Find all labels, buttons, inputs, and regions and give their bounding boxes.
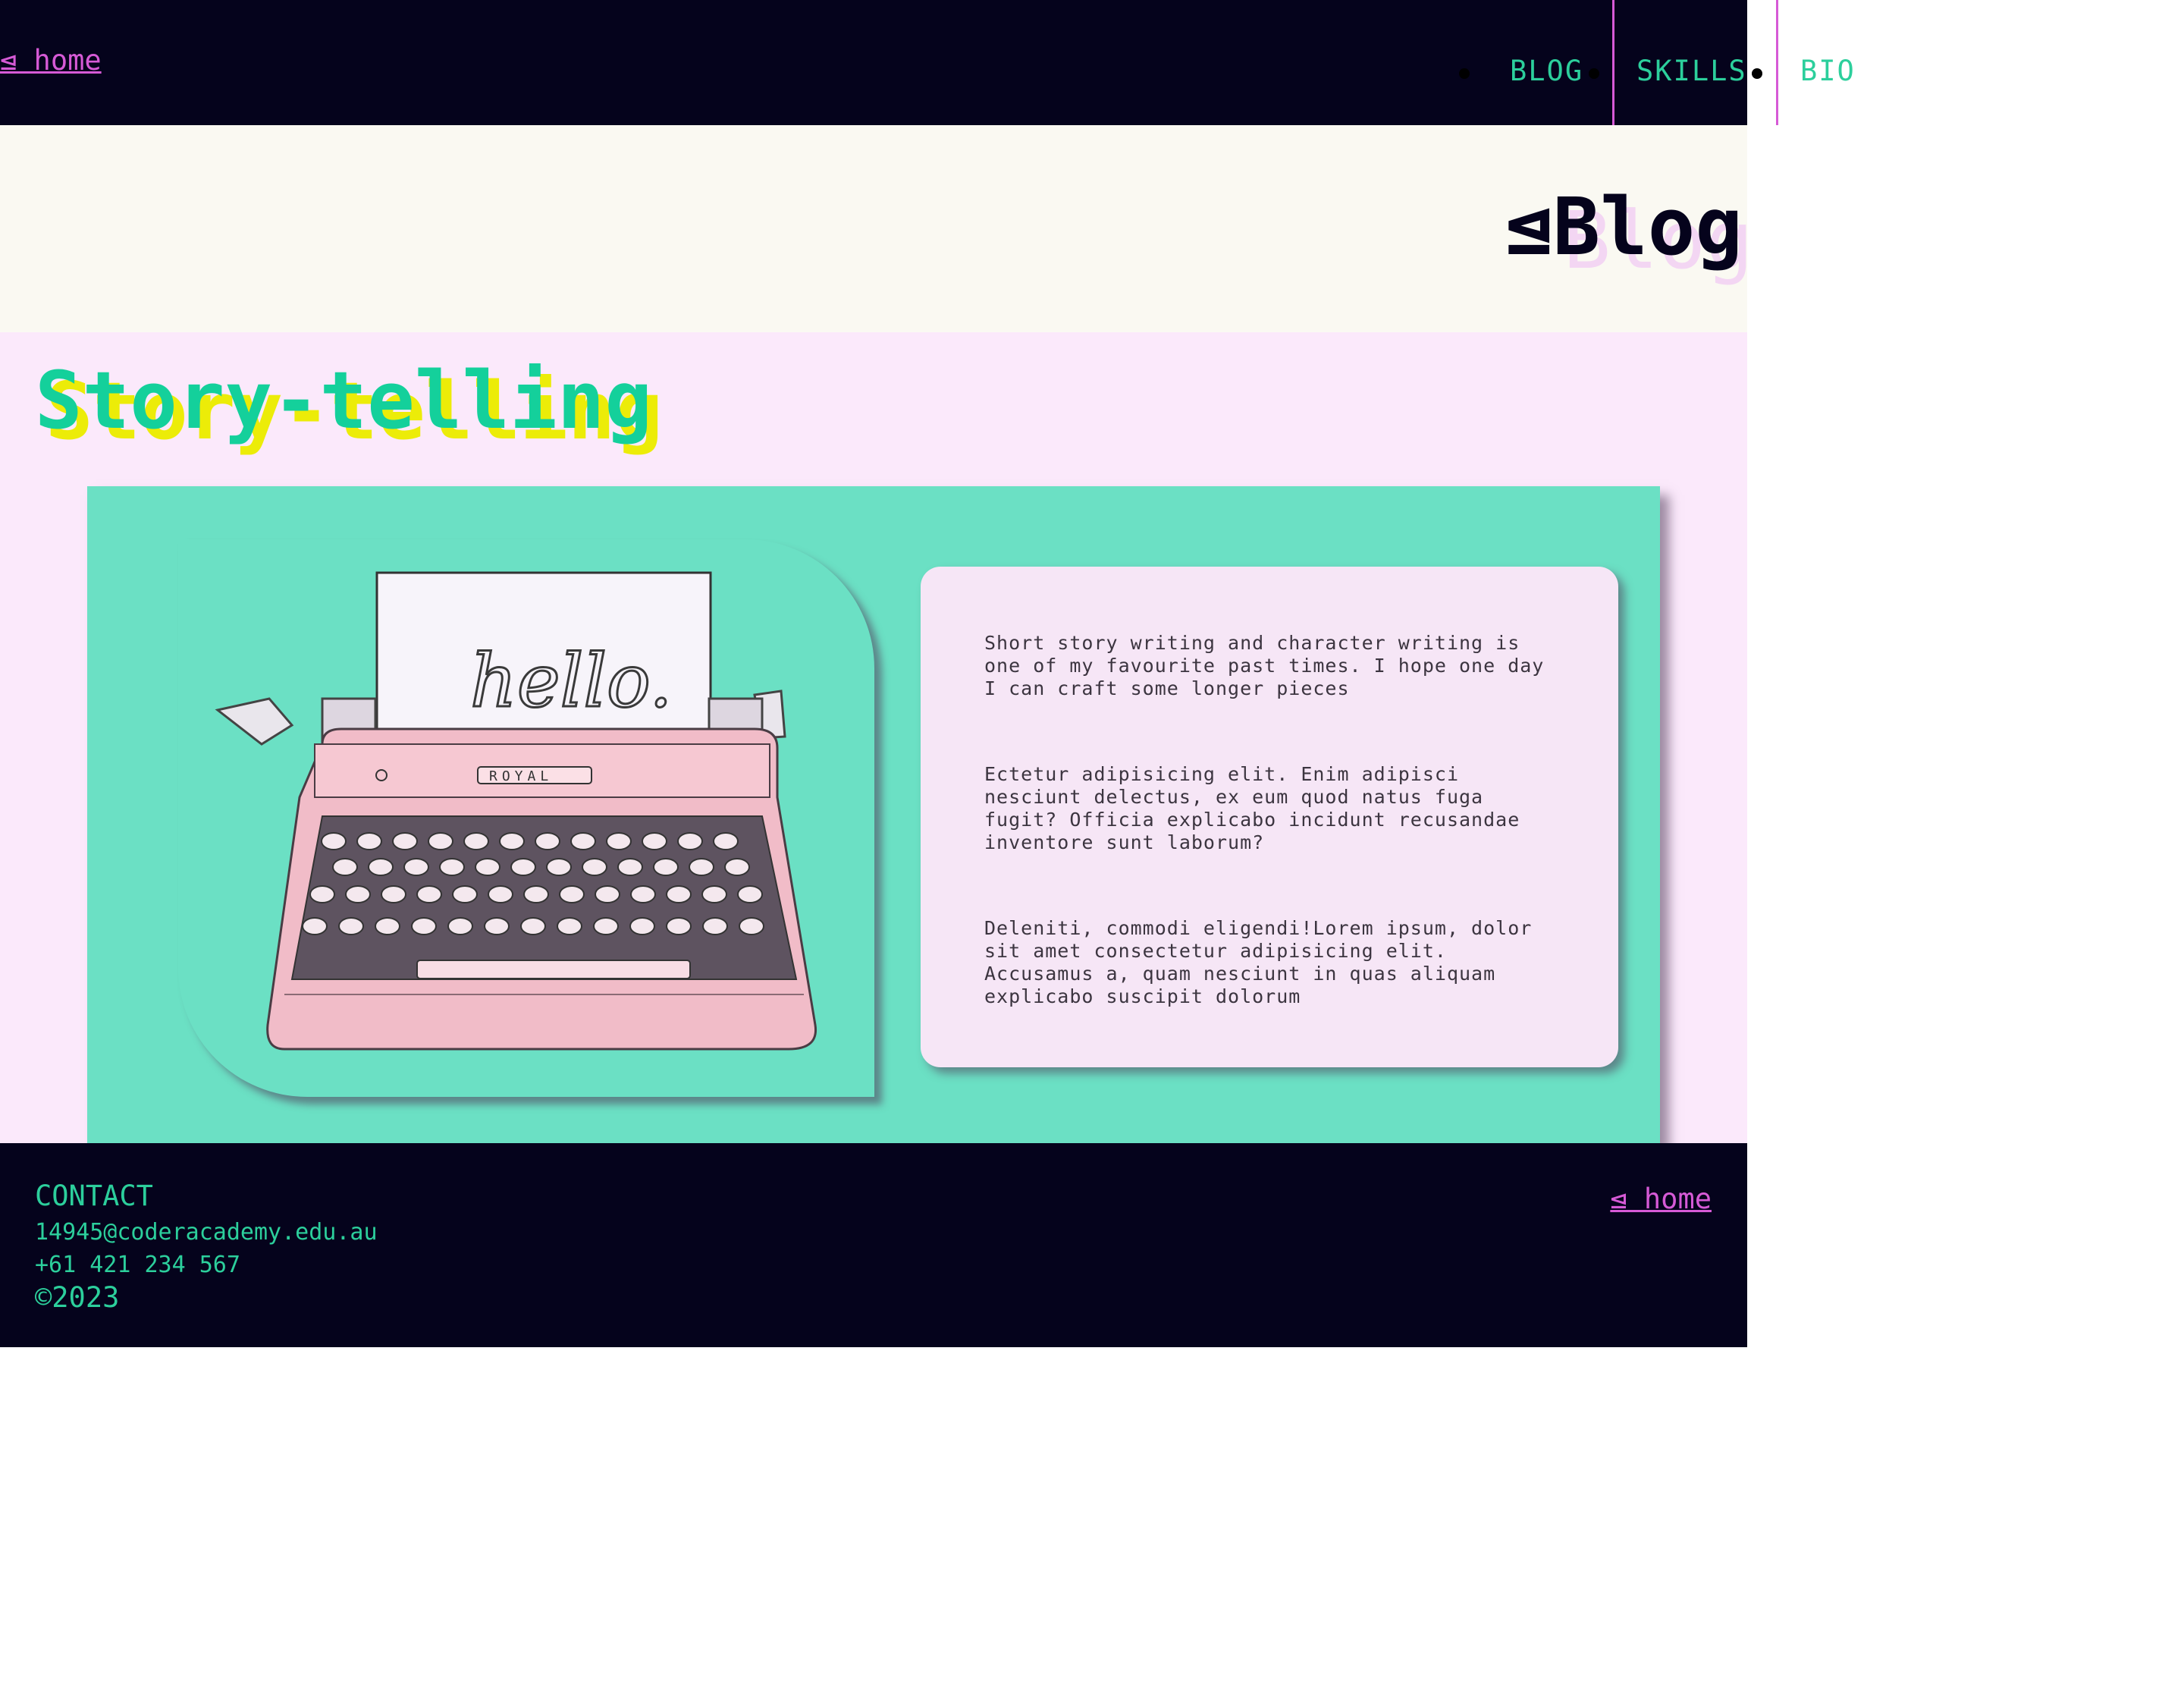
typewriter-key	[520, 917, 546, 935]
home-link[interactable]: ⊴ home	[0, 44, 102, 77]
typewriter-image: hello. ROYAL	[178, 539, 874, 1097]
typewriter-key	[338, 917, 364, 935]
typewriter-key	[535, 832, 560, 850]
footer: CONTACT 14945@coderacademy.edu.au +61 42…	[0, 1143, 1747, 1347]
typewriter-key	[368, 858, 394, 876]
typewriter-key	[488, 885, 513, 903]
paragraph: Ectetur adipisicing elit. Enim adipisci …	[984, 763, 1520, 853]
typewriter-key	[557, 917, 582, 935]
nav-bullet-icon	[1752, 68, 1762, 79]
page-title: ⊴Blog	[1505, 181, 1743, 273]
typewriter-key	[701, 885, 727, 903]
typewriter-key	[630, 885, 656, 903]
nav-bullet-icon	[1459, 68, 1470, 79]
typewriter-key	[309, 885, 335, 903]
typewriter-key	[737, 885, 763, 903]
typewriter-key	[484, 917, 510, 935]
typewriter-key	[321, 832, 347, 850]
email-link[interactable]: 14945@coderacademy.edu.au	[35, 1219, 378, 1246]
paper-text: hello.	[470, 639, 673, 724]
typewriter-key	[570, 832, 596, 850]
nav-divider	[1776, 0, 1778, 125]
nav-divider	[1612, 0, 1614, 125]
typewriter-key	[642, 832, 667, 850]
typewriter-key	[666, 917, 692, 935]
typewriter-key	[689, 858, 714, 876]
typewriter-key	[523, 885, 549, 903]
typewriter-brand: ROYAL	[489, 768, 553, 784]
nav-bullet-icon	[1589, 68, 1599, 79]
typewriter-key	[559, 885, 585, 903]
typewriter-key	[452, 885, 478, 903]
nav-item-skills[interactable]: SKILLS	[1636, 55, 1747, 87]
typewriter-key	[593, 917, 619, 935]
typewriter-key	[582, 858, 607, 876]
typewriter-key	[381, 885, 406, 903]
typewriter-key	[724, 858, 750, 876]
typewriter-key	[463, 832, 489, 850]
typewriter-key	[447, 917, 473, 935]
typewriter-key	[595, 885, 620, 903]
typewriter-key	[606, 832, 632, 850]
typewriter-key	[356, 832, 382, 850]
typewriter-key	[332, 858, 358, 876]
typewriter-key	[653, 858, 679, 876]
phone-link[interactable]: +61 421 234 567	[35, 1252, 240, 1278]
typewriter-key	[546, 858, 572, 876]
paragraph: Short story writing and character writin…	[984, 632, 1545, 699]
footer-home-link[interactable]: ⊴ home	[1610, 1183, 1712, 1215]
typewriter-key	[345, 885, 371, 903]
typewriter-key	[302, 917, 328, 935]
main-content: Story-telling Story-telling hello. ROYAL…	[0, 332, 1747, 1143]
typewriter-key	[510, 858, 536, 876]
typewriter-key	[702, 917, 728, 935]
hero-banner: Blog ⊴Blog	[0, 125, 1753, 332]
typewriter-key	[475, 858, 500, 876]
typewriter-key	[411, 917, 437, 935]
typewriter-key	[392, 832, 418, 850]
top-navbar: ⊴ home BLOG SKILLS BIO	[0, 0, 1854, 125]
typewriter-key	[629, 917, 655, 935]
typewriter-key	[439, 858, 465, 876]
contact-heading: CONTACT	[35, 1180, 153, 1212]
copyright: ©2023	[35, 1281, 120, 1314]
section-title: Story-telling	[35, 354, 652, 447]
nav-item-bio[interactable]: BIO	[1800, 55, 1856, 87]
typewriter-key	[403, 858, 429, 876]
typewriter-illustration: hello. ROYAL	[215, 571, 817, 1051]
nav-item-blog[interactable]: BLOG	[1510, 55, 1583, 87]
typewriter-key	[499, 832, 525, 850]
typewriter-key	[617, 858, 643, 876]
typewriter-key	[713, 832, 739, 850]
story-text-box: Short story writing and character writin…	[921, 567, 1618, 1067]
paragraph: Deleniti, commodi eligendi!Lorem ipsum, …	[984, 917, 1533, 1007]
story-card: hello. ROYAL Short story writing and cha…	[87, 486, 1660, 1143]
typewriter-key	[739, 917, 764, 935]
typewriter-key	[677, 832, 703, 850]
typewriter-key	[428, 832, 453, 850]
typewriter-key	[416, 885, 442, 903]
main-nav: BLOG SKILLS BIO	[1323, 0, 1854, 125]
typewriter-key	[375, 917, 400, 935]
typewriter-key	[666, 885, 692, 903]
